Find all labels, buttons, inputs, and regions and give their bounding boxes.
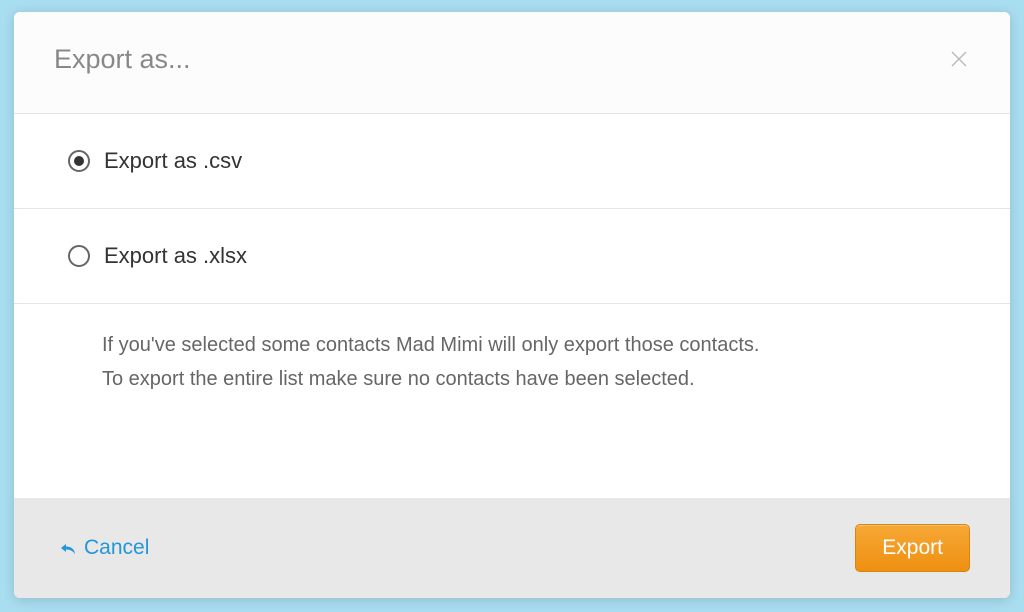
export-modal: Export as... Export as .csv Export as .x… [14,12,1010,598]
modal-header: Export as... [14,12,1010,114]
option-xlsx[interactable]: Export as .xlsx [14,209,1010,304]
option-csv-label: Export as .csv [104,148,242,174]
reply-arrow-icon [60,541,76,555]
export-button[interactable]: Export [855,524,970,572]
close-button[interactable] [950,50,970,70]
modal-title: Export as... [54,44,191,75]
radio-dot-icon [74,156,84,166]
info-block: If you've selected some contacts Mad Mim… [14,304,1010,434]
modal-footer: Cancel Export [14,498,1010,598]
close-icon [950,50,968,68]
option-csv[interactable]: Export as .csv [14,114,1010,209]
info-text-line1: If you've selected some contacts Mad Mim… [102,328,970,362]
radio-csv[interactable] [68,150,90,172]
cancel-label: Cancel [84,536,149,560]
option-xlsx-label: Export as .xlsx [104,243,247,269]
radio-xlsx[interactable] [68,245,90,267]
cancel-button[interactable]: Cancel [60,536,149,560]
info-text-line2: To export the entire list make sure no c… [102,362,970,396]
